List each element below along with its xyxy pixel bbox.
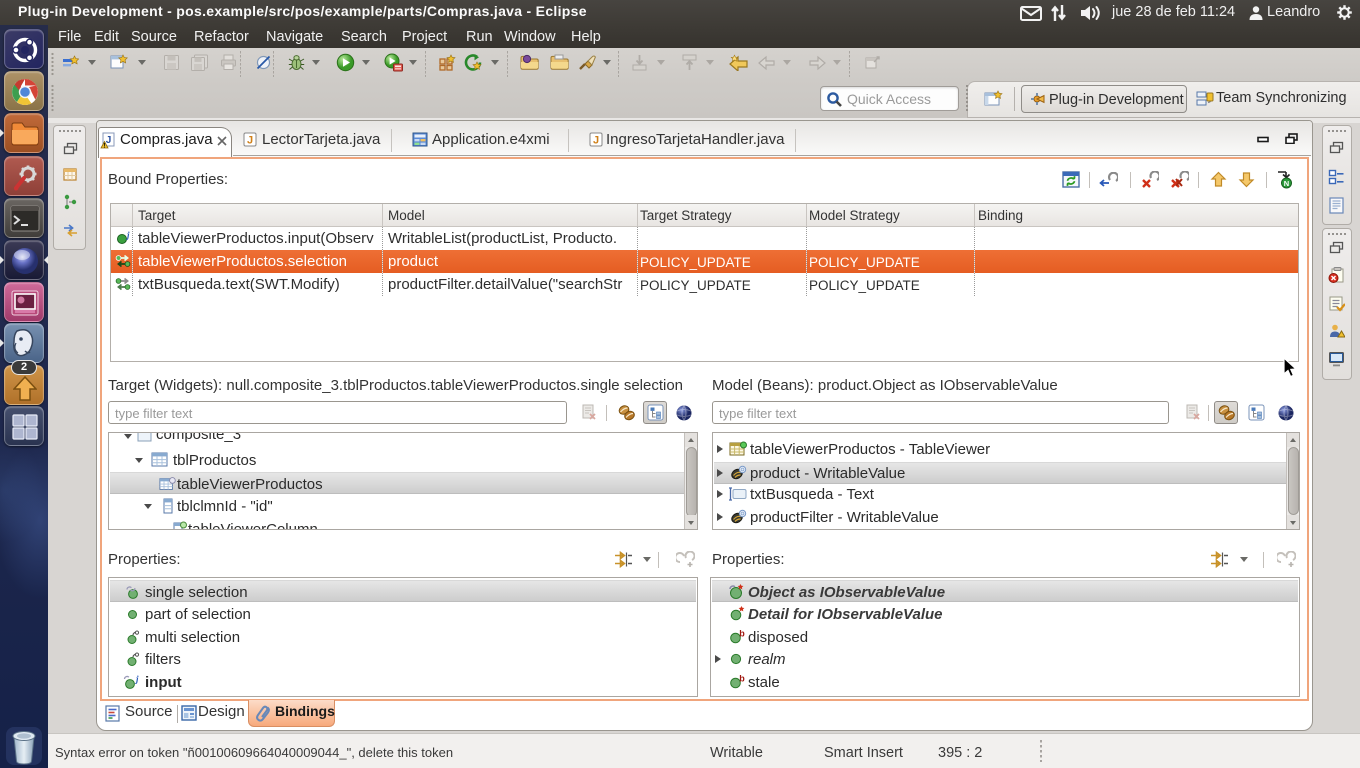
svg-text:!: ! <box>103 142 105 149</box>
svg-text:J: J <box>593 135 599 147</box>
svg-text:b: b <box>739 629 745 639</box>
svg-text:b: b <box>739 674 745 684</box>
svg-text:J: J <box>247 135 253 147</box>
svg-text:j: j <box>134 674 139 684</box>
svg-text:N: N <box>1284 179 1289 188</box>
svg-text:J: J <box>106 135 112 146</box>
